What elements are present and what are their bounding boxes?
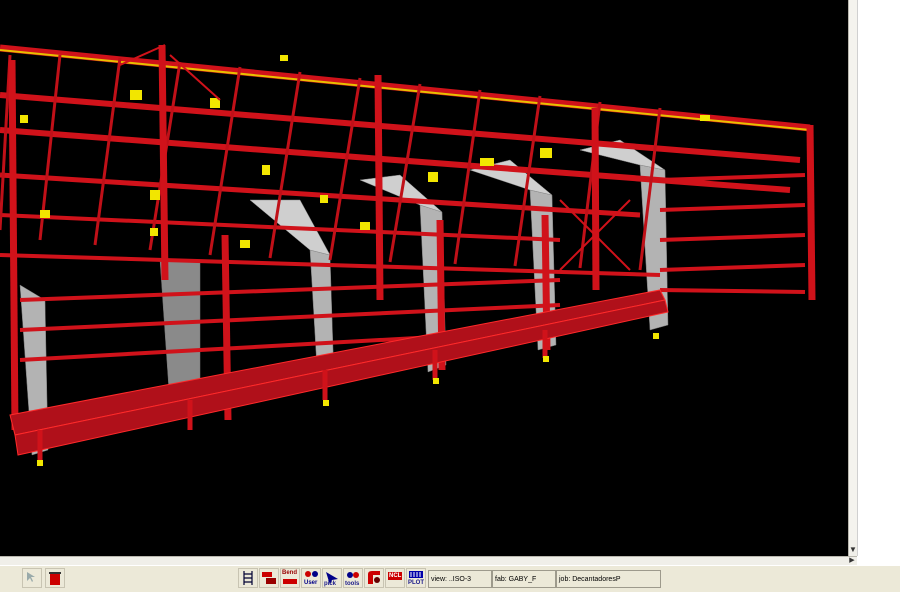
scroll-track[interactable] — [849, 0, 857, 540]
member-tool-button[interactable] — [259, 568, 279, 588]
ladder-list-button[interactable] — [238, 568, 258, 588]
side-panel — [857, 0, 900, 556]
status-view: view: ..ISO-3 — [428, 570, 492, 588]
bend-tool-icon: Bend — [282, 570, 297, 576]
scroll-right-arrow-icon[interactable]: ▶ — [847, 557, 857, 565]
vertical-scrollbar[interactable]: ▼ — [848, 0, 857, 556]
member-tool-icon — [262, 572, 276, 584]
trash-tool-button[interactable] — [45, 568, 65, 588]
bend-tool-button[interactable]: Bend — [280, 568, 300, 588]
purlins — [0, 54, 662, 271]
ncl-tool-button[interactable]: NCL — [385, 568, 405, 588]
horizontal-scrollbar[interactable]: ▶ — [0, 556, 857, 565]
model-viewport[interactable] — [0, 0, 848, 556]
status-fab: fab: GABY_F — [492, 570, 556, 588]
user-tool-button[interactable]: User — [301, 568, 321, 588]
scroll-down-arrow-icon[interactable]: ▼ — [849, 544, 857, 556]
bottom-toolbar: Bend User pick tools NCL PLOT view: ..IS… — [0, 565, 900, 592]
tools-menu-button[interactable]: tools — [343, 568, 363, 588]
plot-tool-button[interactable]: PLOT — [406, 568, 426, 588]
steel-structure-model — [0, 44, 816, 466]
plate-tool-button[interactable] — [364, 568, 384, 588]
ladder-list-icon — [243, 571, 253, 585]
status-job: job: DecantadoresP — [556, 570, 661, 588]
pick-tool-button[interactable]: pick — [322, 568, 342, 588]
pointer-tool-button[interactable] — [22, 568, 42, 588]
plate-tool-icon — [368, 571, 380, 584]
trash-icon — [49, 572, 61, 585]
cursor-arrows-icon — [27, 572, 35, 582]
